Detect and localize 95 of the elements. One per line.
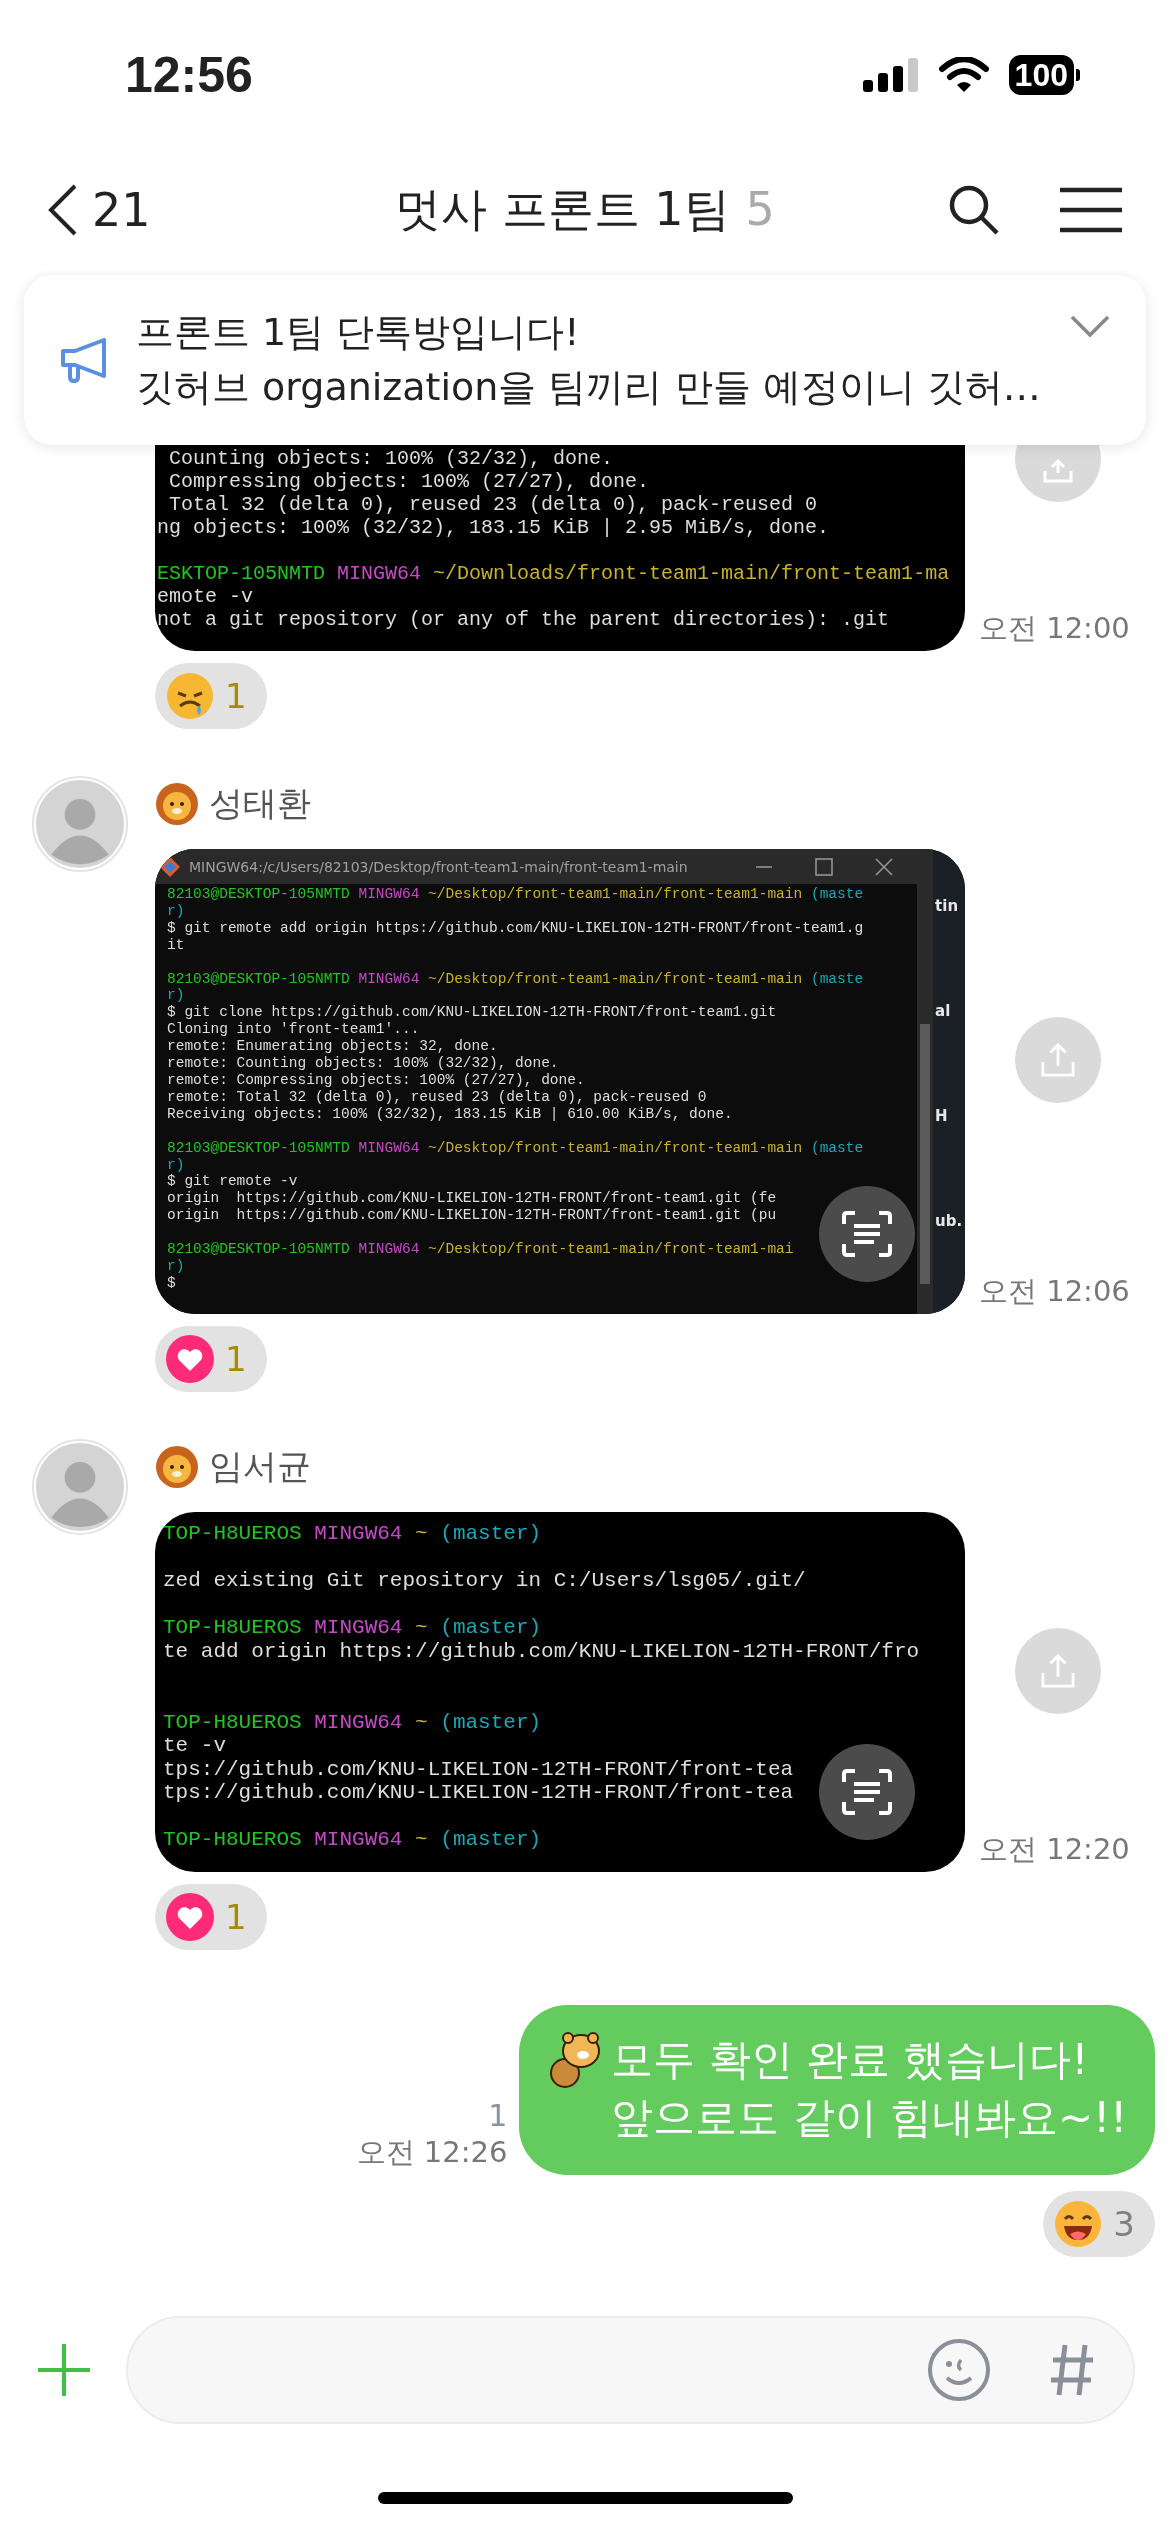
reaction-badge[interactable]: 1 <box>155 1325 267 1392</box>
terminal-line: r) <box>167 1257 185 1275</box>
back-button[interactable]: 21 <box>48 183 151 237</box>
terminal-line: remote: Total 32 (delta 0), reused 23 (delta 0), pack-reused 0 <box>167 1088 707 1106</box>
terminal-line: 82103@DESKTOP-105NMTD MINGW64 ~/Desktop/front-team1-main/front-team1-main (maste <box>167 1139 864 1157</box>
maximize-icon[interactable] <box>815 857 834 876</box>
terminal-line: emote -v <box>157 585 253 608</box>
reaction-count: 3 <box>1113 2204 1135 2245</box>
unread-count: 1 <box>488 2098 508 2134</box>
terminal-line: Cloning into 'front-team1'... <box>167 1021 420 1039</box>
reaction-count: 1 <box>225 676 247 716</box>
git-icon <box>159 855 181 878</box>
signal-icon <box>862 58 919 92</box>
plus-icon <box>36 2342 92 2398</box>
terminal-line: $ git clone https://github.com/KNU-LIKELION-12TH-FRONT/front-team1.git <box>167 1004 777 1022</box>
terminal-line: remote: Compressing objects: 100% (27/27), done. <box>167 1071 585 1089</box>
sad-face-icon <box>165 671 215 721</box>
terminal-line: $ <box>167 1274 176 1292</box>
wifi-icon <box>938 57 989 93</box>
terminal-line: not a git repository (or any of the parent directories): .git <box>157 608 890 631</box>
terminal-line: Compressing objects: 100% (27/27), done. <box>168 470 650 493</box>
terminal-line: te -v <box>163 1734 226 1758</box>
terminal-line: 82103@DESKTOP-105NMTD MINGW64 ~/Desktop/front-team1-main/front-team1-main (maste <box>167 886 864 903</box>
terminal-line: Receiving objects: 100% (32/32), 183.15 KiB | 610.00 KiB/s, done. <box>167 1105 733 1123</box>
notice-text: 깃허브 organization을 팀끼리 만들 예정이니 깃허… <box>136 364 1041 411</box>
sender-name: 임서균 <box>209 1444 311 1488</box>
terminal-screenshot[interactable] <box>155 1511 965 1873</box>
hashtag-icon[interactable] <box>1049 2343 1095 2397</box>
sender-name: 성태환 <box>209 782 311 825</box>
terminal-line: $ git remote -v <box>167 1173 298 1191</box>
battery-indicator: 100 <box>1008 55 1080 95</box>
terminal-line: origin https://github.com/KNU-LIKELION-12TH-FRONT/front-team1.git (fe <box>167 1190 777 1208</box>
scan-icon <box>841 1768 893 1817</box>
terminal-line: ng objects: 100% (32/32), 183.15 KiB | 2.95 MiB/s, done. <box>157 516 830 539</box>
terminal-line: Counting objects: 100% (32/32), done. <box>168 447 614 470</box>
reaction-count: 1 <box>225 1338 247 1379</box>
message-bubble[interactable]: 모두 확인 완료 했습니다! 앞으로도 같이 힘내봐요~!! <box>519 2005 1155 2176</box>
window-text: tin <box>935 896 959 915</box>
terminal-line: r) <box>167 987 185 1005</box>
share-icon <box>1043 459 1073 483</box>
message-time: 오전 12:20 <box>979 1831 1130 1869</box>
window-text: H <box>935 1106 948 1125</box>
member-count: 5 <box>745 182 775 236</box>
message-time: 오전 12:00 <box>979 610 1130 647</box>
terminal-screenshot[interactable] <box>155 849 965 1314</box>
terminal-line: remote: Counting objects: 100% (32/32), done. <box>167 1055 559 1072</box>
reaction-badge[interactable]: 3 <box>1043 2191 1155 2258</box>
notice-banner[interactable]: 프론트 1팀 단톡방입니다! 깃허브 organization을 팀끼리 만들 예정이니 깃허… <box>24 275 1146 445</box>
reaction-badge[interactable]: 1 <box>155 663 267 729</box>
laughing-face-icon <box>1053 2199 1104 2250</box>
terminal-line: tps://github.com/KNU-LIKELION-12TH-FRONT/front-tea <box>163 1781 794 1805</box>
message-time: 오전 12:26 <box>356 2134 508 2172</box>
terminal-line: TOP-H8UEROS MINGW64 ~ (master) <box>163 1616 542 1640</box>
terminal-line: $ git remote add origin https://github.com/KNU-LIKELION-12TH-FRONT/front-team1.g <box>167 919 864 937</box>
chat-title: 멋사 프론트 1팀 <box>395 181 730 238</box>
scan-icon <box>841 1209 893 1258</box>
terminal-line: tps://github.com/KNU-LIKELION-12TH-FRONT/front-tea <box>163 1757 794 1782</box>
terminal-line: remote: Enumerating objects: 32, done. <box>167 1038 498 1056</box>
notice-title: 프론트 1팀 단톡방입니다! <box>136 309 580 356</box>
scrollbar[interactable] <box>917 884 934 1314</box>
terminal-line: origin https://github.com/KNU-LIKELION-12TH-FRONT/front-team1.git (pu <box>167 1207 777 1225</box>
add-button[interactable] <box>36 2342 92 2398</box>
avatar[interactable] <box>32 776 128 872</box>
reaction-badge[interactable]: 1 <box>155 1884 267 1951</box>
lion-icon <box>155 782 199 826</box>
terminal-line: te add origin https://github.com/KNU-LIKELION-12TH-FRONT/fro <box>163 1639 920 1664</box>
window-text: al <box>935 1001 951 1020</box>
chevron-left-icon <box>48 184 78 236</box>
share-icon <box>1041 1653 1075 1688</box>
window-title: MINGW64:/c/Users/82103/Desktop/front-team1-main/front-team1-main <box>189 858 689 875</box>
terminal-line: it <box>167 936 185 954</box>
share-icon <box>1041 1043 1075 1078</box>
terminal-line: zed existing Git repository in C:/Users/lsg05/.git/ <box>163 1568 806 1593</box>
emoticon-icon[interactable] <box>927 2338 991 2402</box>
terminal-screenshot[interactable] <box>155 445 965 651</box>
message-time: 오전 12:06 <box>979 1272 1130 1310</box>
terminal-line: r) <box>167 902 185 920</box>
chevron-down-icon[interactable] <box>1070 315 1110 337</box>
terminal-line: r) <box>167 1156 185 1174</box>
terminal-line: TOP-H8UEROS MINGW64 ~ (master) <box>163 1710 542 1735</box>
avatar[interactable] <box>32 1438 128 1535</box>
reaction-count: 1 <box>225 1897 247 1938</box>
status-time: 12:56 <box>125 46 253 104</box>
terminal-line: ESKTOP-105NMTD MINGW64 ~/Downloads/front-team1-main/front-team1-ma <box>157 562 950 585</box>
terminal-line: TOP-H8UEROS MINGW64 ~ (master) <box>163 1828 542 1853</box>
search-icon[interactable] <box>948 184 1000 236</box>
lion-icon <box>155 1444 199 1489</box>
message-text: 모두 확인 완료 했습니다! 앞으로도 같이 힘내봐요~!! <box>611 2034 1127 2145</box>
terminal-line: 82103@DESKTOP-105NMTD MINGW64 ~/Desktop/front-team1-main/front-team1-mai <box>167 1241 794 1258</box>
terminal-line: Total 32 (delta 0), reused 23 (delta 0), pack-reused 0 <box>168 493 818 516</box>
close-icon[interactable] <box>875 857 894 876</box>
window-text: ub. <box>935 1212 963 1231</box>
terminal-line: 82103@DESKTOP-105NMTD MINGW64 ~/Desktop/front-team1-main/front-team1-main (maste <box>167 970 864 988</box>
menu-icon[interactable] <box>1060 187 1122 233</box>
terminal-line: TOP-H8UEROS MINGW64 ~ (master) <box>163 1521 542 1546</box>
